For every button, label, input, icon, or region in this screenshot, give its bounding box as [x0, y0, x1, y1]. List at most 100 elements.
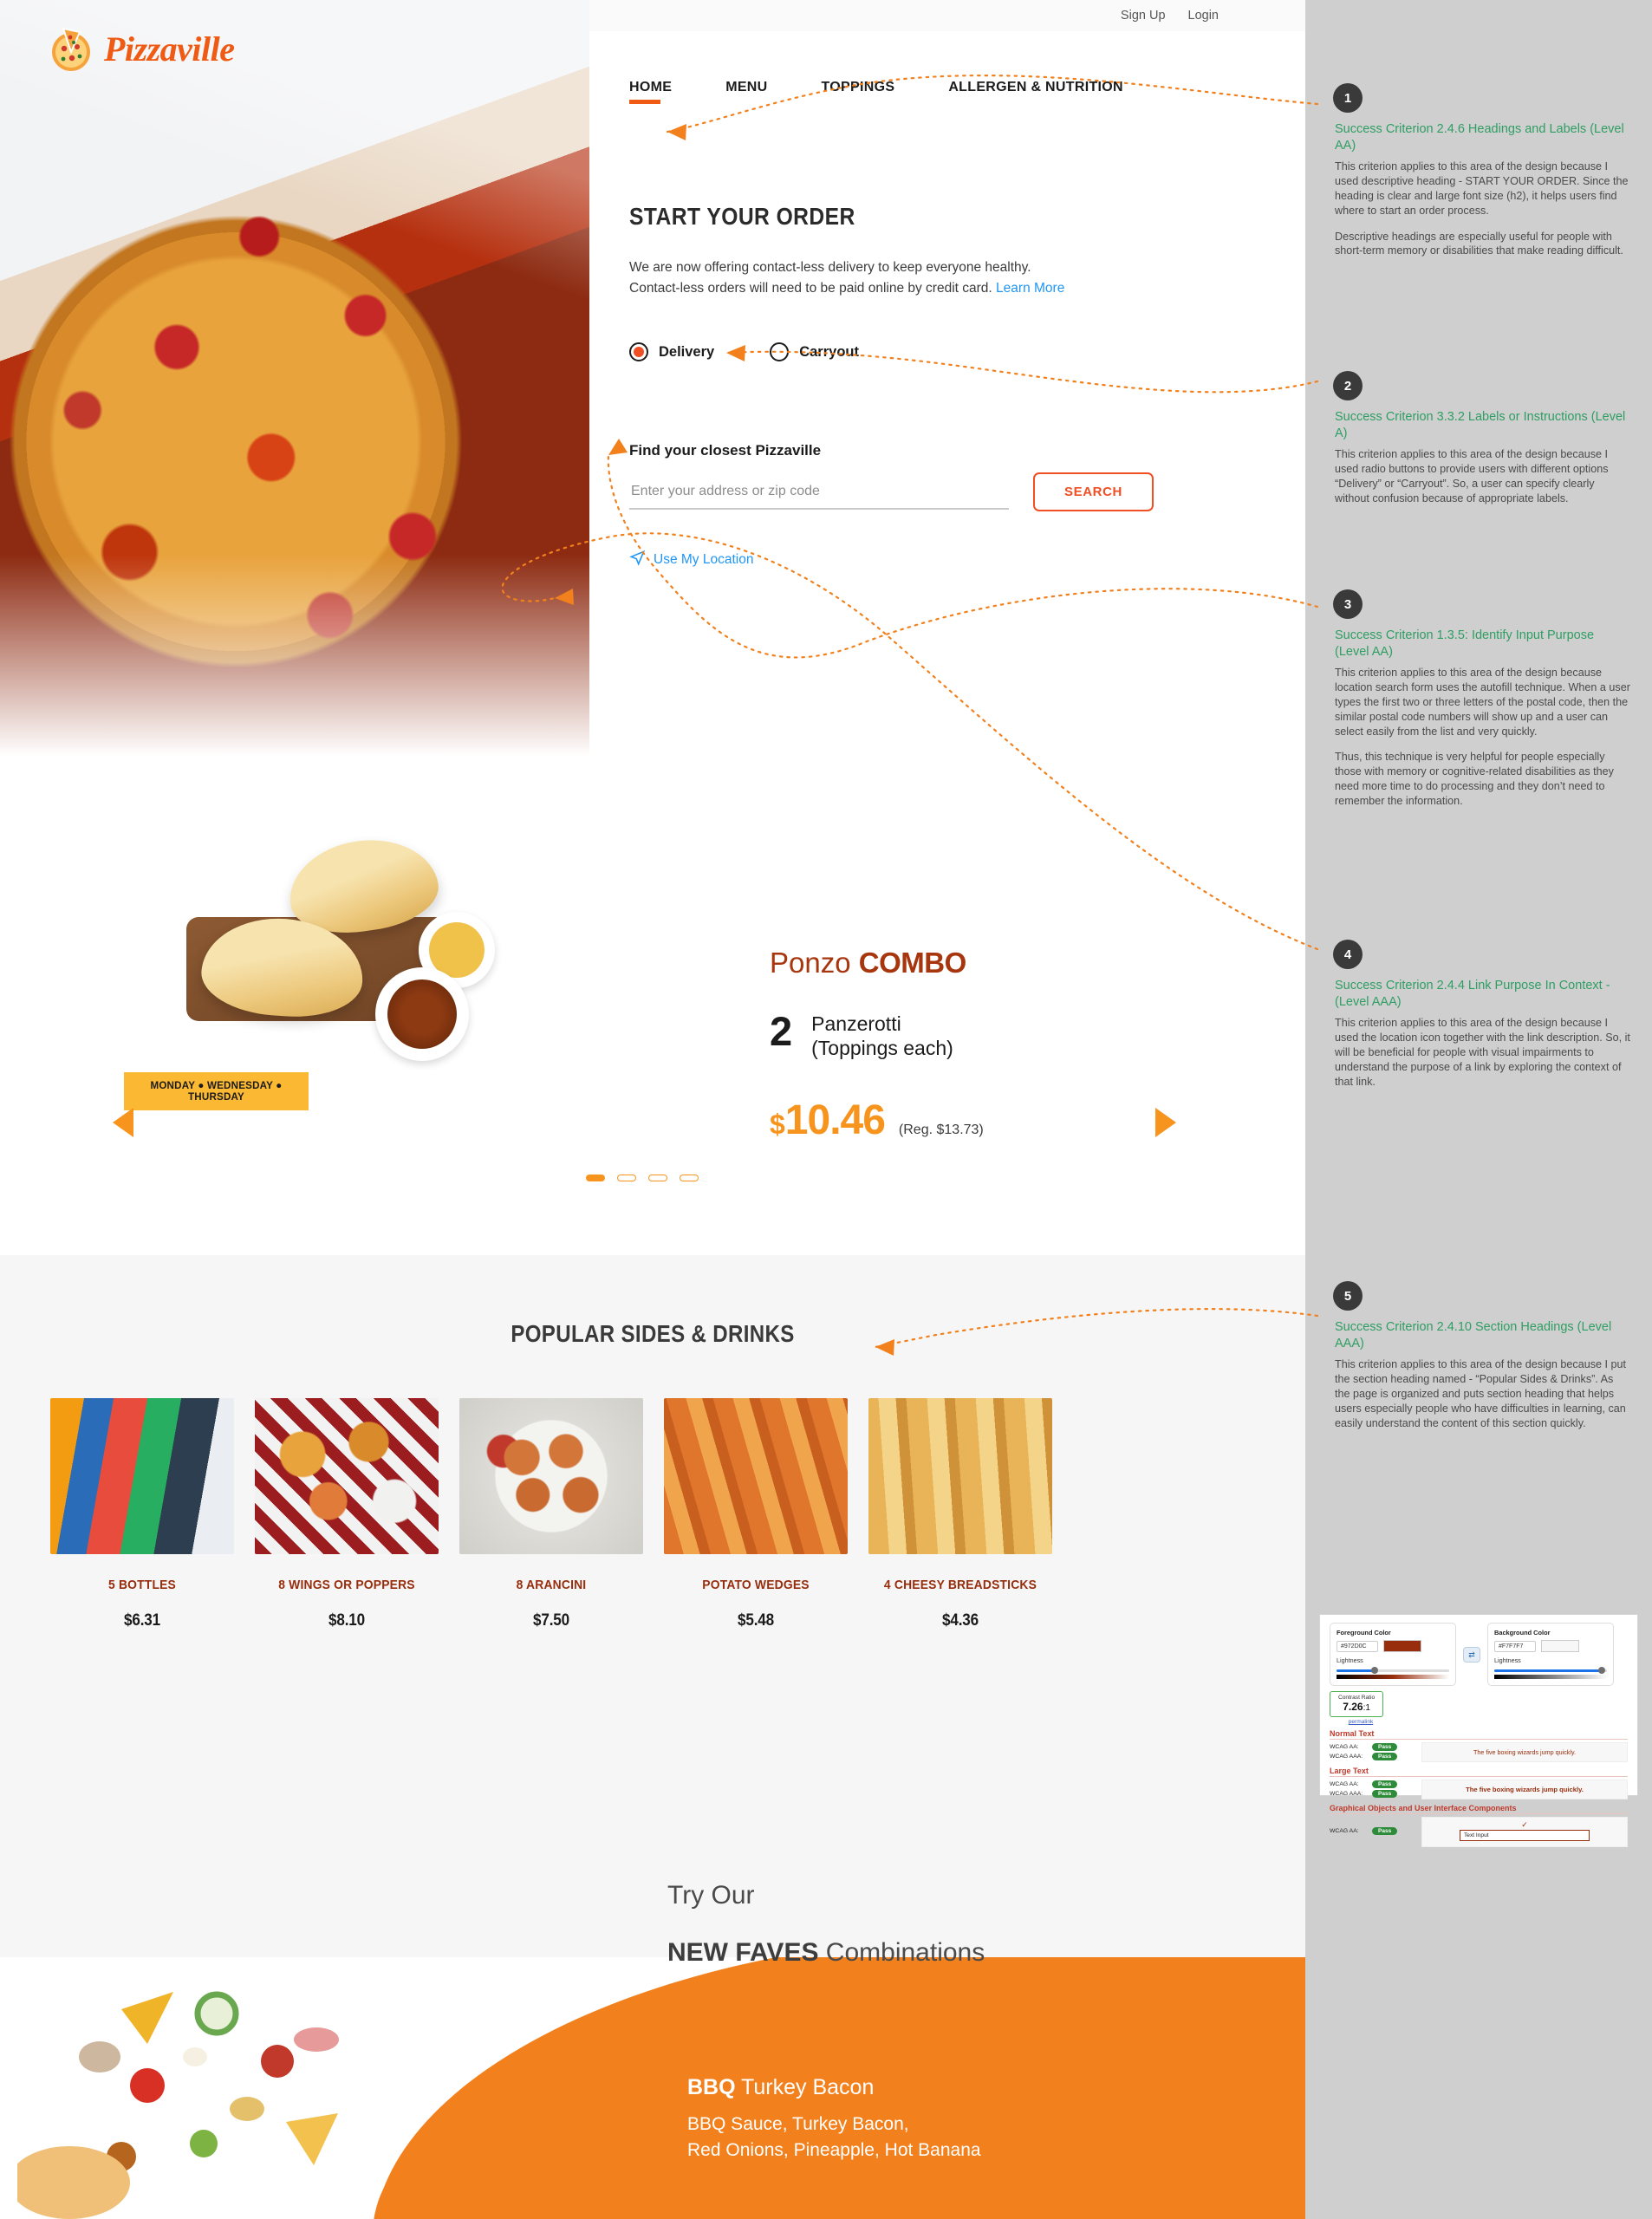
location-search-row: SEARCH — [629, 472, 1154, 511]
nav-item-menu[interactable]: MENU — [725, 80, 767, 104]
annotation-5: 5 Success Criterion 2.4.10 Section Headi… — [1335, 1283, 1631, 1430]
side-name: 4 CHEESY BREADSTICKS — [883, 1578, 1037, 1592]
grade-result: Pass — [1372, 1742, 1398, 1751]
carousel-prev-icon[interactable] — [113, 1108, 133, 1137]
radio-carryout[interactable]: Carryout — [770, 342, 859, 361]
start-order-heading: START YOUR ORDER — [629, 203, 855, 230]
promo-price-amount: 10.46 — [784, 1097, 886, 1143]
side-price: $7.50 — [533, 1611, 569, 1630]
swap-colors-icon[interactable]: ⇄ — [1463, 1647, 1480, 1663]
website-mockup: Pizzaville Sign Up Login HOME MENU TOPPI… — [0, 0, 1305, 2219]
annotation-badge-2: 2 — [1335, 373, 1361, 399]
radio-delivery[interactable]: Delivery — [629, 342, 714, 361]
faves-headline-bold: NEW FAVES — [667, 1938, 819, 1967]
promo-title: Ponzo COMBO — [770, 947, 966, 979]
carousel-dots — [586, 1175, 699, 1181]
side-card[interactable]: POTATO WEDGES $5.48 — [664, 1398, 848, 1630]
background-color-card: Background Color #F7F7F7 Lightness — [1487, 1623, 1614, 1686]
address-input[interactable] — [629, 474, 1009, 510]
foreground-lightness-label: Lightness — [1337, 1656, 1363, 1664]
promo-currency: $ — [770, 1109, 785, 1140]
side-name: POTATO WEDGES — [702, 1578, 810, 1592]
fave-item-name-rest: Turkey Bacon — [735, 2075, 875, 2099]
normal-text-heading: Normal Text — [1330, 1729, 1628, 1740]
annotation-body-3: This criterion applies to this area of t… — [1335, 666, 1631, 809]
annotation-title-2: Success Criterion 3.3.2 Labels or Instru… — [1335, 410, 1626, 440]
promo-title-bold: COMBO — [858, 947, 967, 979]
side-name: 8 WINGS OR POPPERS — [278, 1578, 415, 1592]
faves-headline-rest: Combinations — [818, 1938, 985, 1967]
annotation-title-3: Success Criterion 1.3.5: Identify Input … — [1335, 628, 1595, 659]
grade-name: WCAG AAA: — [1330, 1790, 1363, 1797]
sides-card-list: 5 BOTTLES $6.31 8 WINGS OR POPPERS $8.10… — [50, 1398, 1052, 1630]
side-image-wings — [255, 1398, 439, 1554]
top-utility-bar: Sign Up Login — [589, 0, 1305, 31]
side-price: $8.10 — [328, 1611, 365, 1630]
foreground-swatch[interactable] — [1383, 1640, 1421, 1652]
hero-fade-overlay — [0, 555, 589, 789]
login-link[interactable]: Login — [1188, 9, 1219, 23]
graphical-objects-results: WCAG AA: Pass ✓ Text Input — [1330, 1817, 1628, 1847]
fave-desc-line2: Red Onions, Pineapple, Hot Banana — [687, 2140, 981, 2161]
side-card[interactable]: 5 BOTTLES $6.31 — [50, 1398, 234, 1630]
annotation-para: This criterion applies to this area of t… — [1335, 160, 1629, 217]
background-lightness-slider[interactable] — [1494, 1667, 1607, 1674]
search-button[interactable]: SEARCH — [1033, 472, 1154, 511]
annotation-badge-1: 1 — [1335, 85, 1361, 111]
fave-item-description: BBQ Sauce, Turkey Bacon, Red Onions, Pin… — [687, 2112, 981, 2164]
use-my-location-label: Use My Location — [654, 552, 754, 567]
annotation-title-1: Success Criterion 2.4.6 Headings and Lab… — [1335, 122, 1624, 153]
carousel-dot-3[interactable] — [648, 1175, 667, 1181]
bbq-dip — [375, 967, 469, 1061]
carousel-next-icon[interactable] — [1155, 1108, 1176, 1137]
side-name: 8 ARANCINI — [516, 1578, 587, 1592]
use-my-location-link[interactable]: Use My Location — [629, 550, 753, 570]
side-card[interactable]: 4 CHEESY BREADSTICKS $4.36 — [868, 1398, 1052, 1630]
signup-link[interactable]: Sign Up — [1121, 9, 1166, 23]
intro-line-2: Contact-less orders will need to be paid… — [629, 281, 992, 296]
side-card[interactable]: 8 ARANCINI $7.50 — [459, 1398, 643, 1630]
annotation-title-4: Success Criterion 2.4.4 Link Purpose In … — [1335, 979, 1610, 1009]
fave-item-name: BBQ Turkey Bacon — [687, 2075, 874, 2100]
side-price: $6.31 — [124, 1611, 160, 1630]
carousel-dot-4[interactable] — [680, 1175, 699, 1181]
sample-text-input[interactable]: Text Input — [1460, 1830, 1590, 1841]
annotation-title-5: Success Criterion 2.4.10 Section Heading… — [1335, 1320, 1612, 1350]
grade-name: WCAG AA: — [1330, 1743, 1359, 1750]
annotation-body-5: This criterion applies to this area of t… — [1335, 1357, 1631, 1430]
fave-desc-line1: BBQ Sauce, Turkey Bacon, — [687, 2114, 909, 2134]
promo-title-light: Ponzo — [770, 947, 851, 979]
nav-item-allergen-nutrition[interactable]: ALLERGEN & NUTRITION — [948, 80, 1123, 104]
radio-delivery-label: Delivery — [659, 343, 715, 360]
learn-more-link[interactable]: Learn More — [996, 281, 1064, 296]
contrast-ratio-value: 7.26:1 — [1343, 1701, 1370, 1713]
radio-delivery-dot[interactable] — [629, 342, 648, 361]
annotation-4: 4 Success Criterion 2.4.4 Link Purpose I… — [1335, 941, 1631, 1089]
annotation-body-4: This criterion applies to this area of t… — [1335, 1016, 1631, 1089]
side-price: $4.36 — [942, 1611, 979, 1630]
promo-price: $10.46 — [770, 1096, 886, 1144]
radio-carryout-dot[interactable] — [770, 342, 790, 361]
foreground-lightness-slider[interactable] — [1337, 1667, 1449, 1674]
promo-regular-price: (Reg. $13.73) — [898, 1123, 984, 1137]
foreground-hex-input[interactable]: #972D0C — [1337, 1640, 1378, 1652]
nav-item-home[interactable]: HOME — [629, 80, 672, 104]
annotation-para: This criterion applies to this area of t… — [1335, 667, 1630, 738]
annotation-para: This criterion applies to this area of t… — [1335, 1358, 1627, 1429]
side-image-wedges — [664, 1398, 848, 1554]
carousel-dot-2[interactable] — [617, 1175, 636, 1181]
side-image-arancini — [459, 1398, 643, 1554]
background-hex-input[interactable]: #F7F7F7 — [1494, 1640, 1536, 1652]
nav-item-toppings[interactable]: TOPPINGS — [822, 80, 895, 104]
promo-desc-line1: Panzerotti — [811, 1012, 901, 1035]
foreground-hex-row: #972D0C — [1337, 1640, 1449, 1652]
carousel-dot-1[interactable] — [586, 1175, 605, 1181]
large-text-sample: The five boxing wizards jump quickly. — [1421, 1780, 1628, 1799]
annotation-1: 1 Success Criterion 2.4.6 Headings and L… — [1335, 85, 1631, 258]
side-card[interactable]: 8 WINGS OR POPPERS $8.10 — [255, 1398, 439, 1630]
annotation-para: This criterion applies to this area of t… — [1335, 448, 1609, 504]
site-logo[interactable]: Pizzaville — [45, 23, 235, 75]
background-swatch[interactable] — [1541, 1640, 1579, 1652]
foreground-label: Foreground Color — [1337, 1629, 1391, 1637]
permalink-link[interactable]: permalink — [1330, 1719, 1392, 1725]
